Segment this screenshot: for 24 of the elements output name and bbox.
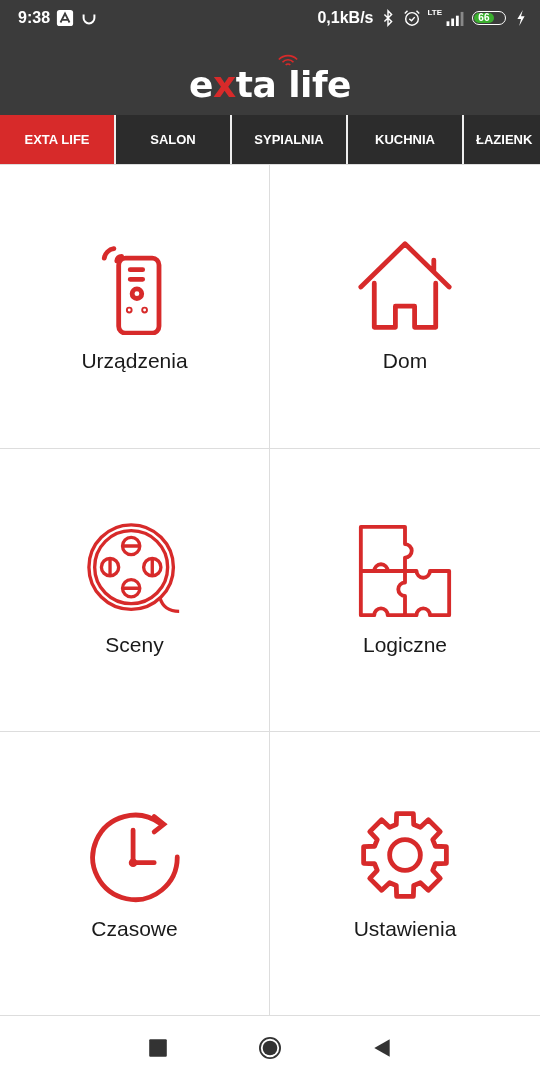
tile-label: Ustawienia	[353, 916, 457, 941]
puzzle-icon	[357, 523, 453, 619]
app-notification-icon	[56, 9, 75, 27]
app-logo: exta life	[189, 67, 351, 103]
network-speed: 0,1kB/s	[317, 9, 374, 27]
network-type: LTE	[427, 8, 442, 17]
room-tab[interactable]: EXTA LIFE	[0, 115, 116, 164]
tile-label: Logiczne	[362, 633, 448, 657]
tile-label: Sceny	[105, 633, 164, 657]
signal-icon	[444, 10, 466, 26]
menu-tile[interactable]: Sceny	[0, 448, 270, 733]
wifi-icon	[277, 53, 299, 66]
menu-tile[interactable]: Dom	[270, 165, 540, 449]
menu-tile[interactable]: Czasowe	[0, 732, 270, 1016]
recent-apps-button[interactable]	[147, 1037, 169, 1059]
alarm-icon	[403, 9, 422, 27]
tile-label: Urządzenia	[81, 349, 188, 374]
tile-label: Czasowe	[91, 916, 178, 941]
menu-tile[interactable]: Ustawienia	[270, 732, 540, 1016]
menu-tile[interactable]: Logiczne	[270, 448, 540, 733]
status-time: 9:38	[18, 9, 51, 27]
home-button[interactable]	[259, 1037, 281, 1059]
menu-tile[interactable]: Urządzenia	[0, 165, 270, 449]
tile-label: Dom	[382, 349, 428, 374]
